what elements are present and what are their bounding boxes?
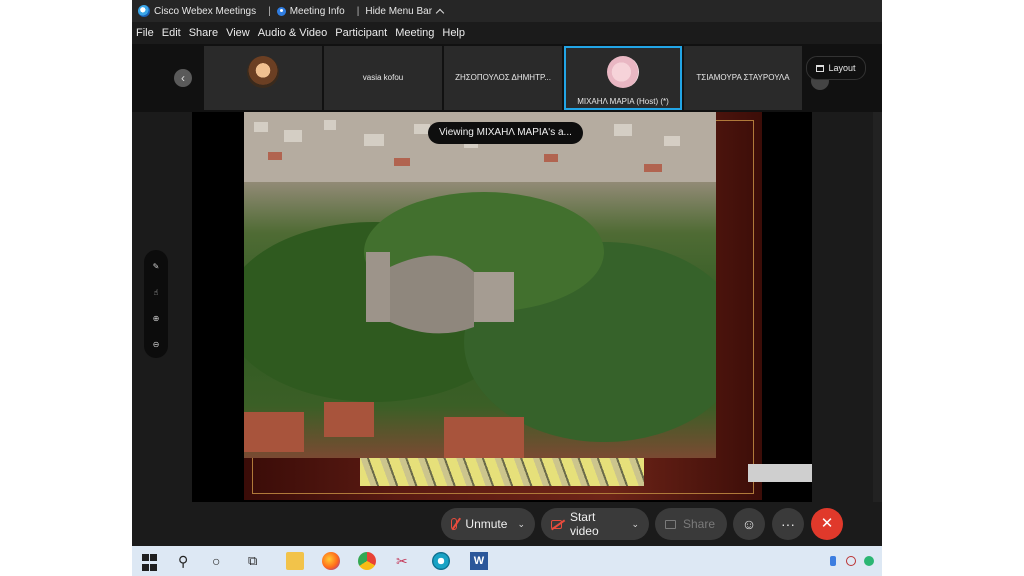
file-explorer-icon[interactable] bbox=[286, 552, 304, 570]
muted-mic-icon bbox=[451, 518, 458, 530]
chevron-up-icon bbox=[435, 8, 445, 17]
unmute-label: Unmute bbox=[465, 517, 508, 531]
participant-avatar bbox=[247, 56, 279, 88]
menu-share[interactable]: Share bbox=[189, 27, 218, 39]
end-meeting-button[interactable]: ✕ bbox=[811, 508, 843, 540]
menu-view[interactable]: View bbox=[226, 27, 250, 39]
start-video-label: Start video bbox=[569, 510, 599, 538]
participant-name: ΜΙΧΑΗΛ ΜΑΡΙΑ (Host) (*) bbox=[577, 97, 669, 106]
cortana-icon[interactable]: ○ bbox=[212, 552, 230, 570]
more-options-button[interactable]: ··· bbox=[772, 508, 804, 540]
snipping-tool-icon[interactable]: ✂ bbox=[396, 552, 414, 570]
participant-name: ΤΣΙΑΜΟΥΡΑ ΣΤΑΥΡΟΥΛΑ bbox=[696, 73, 790, 82]
app-title: Cisco Webex Meetings bbox=[138, 5, 256, 17]
chevron-down-icon[interactable]: ⌄ bbox=[631, 519, 639, 530]
menu-participant[interactable]: Participant bbox=[335, 27, 387, 39]
meeting-info-button[interactable]: Meeting Info bbox=[276, 5, 345, 17]
share-button[interactable]: Share bbox=[655, 508, 727, 540]
chevron-down-icon[interactable]: ⌄ bbox=[517, 519, 525, 530]
participant-name: ΖΗΣΟΠΟΥΛΟΣ ΔΗΜΗΤΡ... bbox=[455, 73, 551, 82]
app-name: Cisco Webex Meetings bbox=[154, 5, 257, 17]
title-separator: | bbox=[356, 5, 360, 17]
title-separator: | bbox=[268, 5, 271, 17]
tray-app-icon[interactable] bbox=[830, 556, 836, 566]
menu-meeting[interactable]: Meeting bbox=[395, 27, 434, 39]
strip-prev-button[interactable]: ‹ bbox=[174, 69, 192, 87]
windows-start-icon[interactable] bbox=[142, 554, 160, 572]
layout-button[interactable]: Layout bbox=[806, 56, 866, 80]
menu-help[interactable]: Help bbox=[442, 27, 465, 39]
video-off-icon bbox=[551, 519, 562, 529]
menu-edit[interactable]: Edit bbox=[162, 27, 181, 39]
hide-menu-bar-label: Hide Menu Bar bbox=[365, 5, 433, 17]
zoom-out-icon[interactable]: ⊖ bbox=[151, 340, 161, 350]
firefox-icon[interactable] bbox=[322, 552, 340, 570]
title-bar: Cisco Webex Meetings | Meeting Info | Hi… bbox=[132, 0, 882, 22]
participant-tile[interactable]: ΤΣΙΑΜΟΥΡΑ ΣΤΑΥΡΟΥΛΑ bbox=[684, 46, 802, 110]
participant-name: vasia kofou bbox=[362, 73, 404, 82]
annotation-toolbar: ✎ ☝ ⊕ ⊖ bbox=[144, 250, 168, 358]
search-icon[interactable]: ⚲ bbox=[178, 552, 196, 570]
unmute-button[interactable]: Unmute ⌄ bbox=[441, 508, 535, 540]
menu-bar: File Edit Share View Audio & Video Parti… bbox=[132, 22, 882, 44]
participant-tile[interactable]: vasia kofou bbox=[324, 46, 442, 110]
hide-menu-bar-button[interactable]: Hide Menu Bar bbox=[365, 5, 445, 17]
castle-photo bbox=[244, 112, 716, 458]
participant-tile-active[interactable]: ΜΙΧΑΗΛ ΜΑΡΙΑ (Host) (*) bbox=[564, 46, 682, 110]
participant-tile[interactable] bbox=[204, 46, 322, 110]
info-icon bbox=[276, 6, 286, 16]
castle-photo-art bbox=[244, 112, 716, 458]
webex-logo-icon bbox=[138, 5, 150, 17]
menu-file[interactable]: File bbox=[136, 27, 154, 39]
tray-webex-icon[interactable] bbox=[846, 556, 856, 566]
layout-label: Layout bbox=[828, 63, 856, 73]
viewing-toast: Viewing ΜΙΧΑΗΛ ΜΑΡΙΑ's a... bbox=[428, 122, 583, 144]
windows-taskbar bbox=[132, 546, 882, 576]
side-panel-edge bbox=[873, 112, 882, 502]
tray-network-icon[interactable] bbox=[864, 556, 874, 566]
webex-taskbar-icon[interactable] bbox=[432, 552, 450, 570]
annotate-icon[interactable]: ✎ bbox=[151, 262, 161, 272]
word-icon[interactable]: W bbox=[470, 552, 488, 570]
participant-avatar bbox=[607, 56, 639, 88]
chrome-icon[interactable] bbox=[358, 552, 376, 570]
slide-decoration-strip bbox=[360, 458, 644, 486]
zoom-in-icon[interactable]: ⊕ bbox=[151, 314, 161, 324]
reactions-button[interactable]: ☺ bbox=[733, 508, 765, 540]
participant-tile[interactable]: ΖΗΣΟΠΟΥΛΟΣ ΔΗΜΗΤΡ... bbox=[444, 46, 562, 110]
meeting-info-label: Meeting Info bbox=[289, 5, 345, 17]
share-label: Share bbox=[683, 517, 716, 531]
task-view-icon[interactable]: ⧉ bbox=[248, 552, 266, 570]
pointer-icon[interactable]: ☝ bbox=[151, 288, 161, 298]
start-video-button[interactable]: Start video ⌄ bbox=[541, 508, 649, 540]
share-icon bbox=[665, 519, 676, 529]
layout-icon bbox=[816, 64, 825, 72]
menu-audio-video[interactable]: Audio & Video bbox=[258, 27, 328, 39]
placeholder-patch bbox=[748, 464, 812, 482]
